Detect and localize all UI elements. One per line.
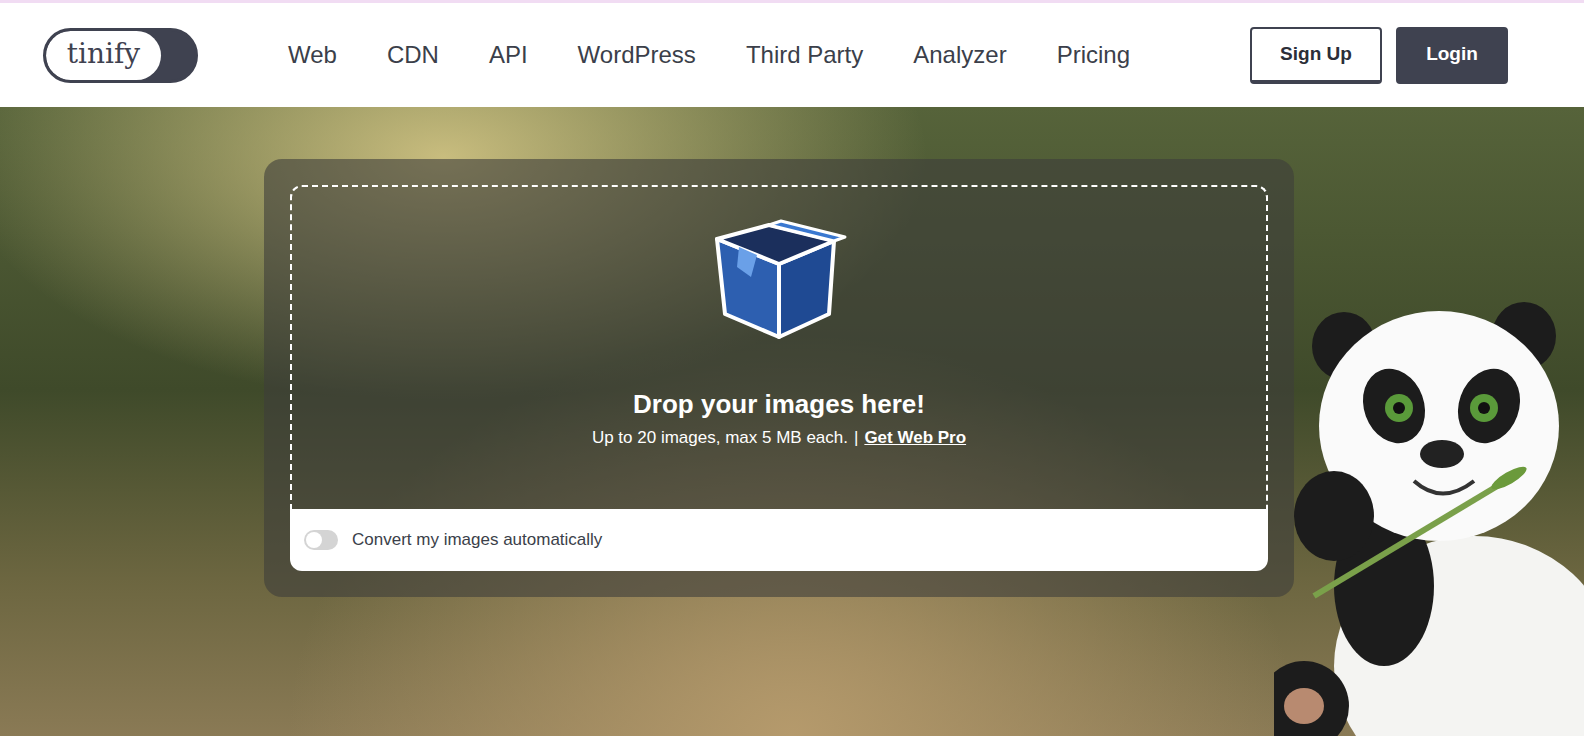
upload-panel: Drop your images here! Up to 20 images, m… [264,159,1294,597]
drop-zone[interactable]: Drop your images here! Up to 20 images, m… [290,185,1268,509]
signup-button[interactable]: Sign Up [1250,27,1382,84]
separator: | [854,428,858,448]
convert-label[interactable]: Convert my images automatically [352,530,602,550]
nav-link[interactable]: Pricing [1057,41,1130,69]
nav-link[interactable]: CDN [387,41,439,69]
main-nav: Web CDN API WordPress Third Party Analyzer Pri… [288,41,1130,69]
panda-icon [1274,286,1584,736]
auth-buttons: Sign UpLogin [1250,27,1508,84]
convert-strip: Convert my images automatically [290,509,1268,571]
nav-link[interactable]: WordPress [578,41,696,69]
drop-title: Drop your images here! [633,389,925,420]
hero: Drop your images here! Up to 20 images, m… [0,107,1584,736]
login-button[interactable]: Login [1396,27,1508,84]
page: tinify Web CDN API WordPress Third Party Analy… [0,0,1584,736]
convert-toggle[interactable] [304,530,338,550]
drop-limits: Up to 20 images, max 5 MB each. | Get Web … [592,428,966,448]
box-icon [709,219,849,341]
nav-link[interactable]: Third Party [746,41,863,69]
web-pro-link[interactable]: Get Web Pro [864,428,966,448]
nav-link[interactable]: Analyzer [913,41,1006,69]
header: tinify Web CDN API WordPress Third Party Analy… [0,0,1584,107]
logo-text[interactable]: tinify [46,31,161,80]
nav-link[interactable]: Web [288,41,337,69]
logo[interactable]: tinify [43,28,198,83]
nav-link[interactable]: API [489,41,528,69]
panda-illustration [1274,286,1584,736]
limits-text: Up to 20 images, max 5 MB each. [592,428,848,448]
